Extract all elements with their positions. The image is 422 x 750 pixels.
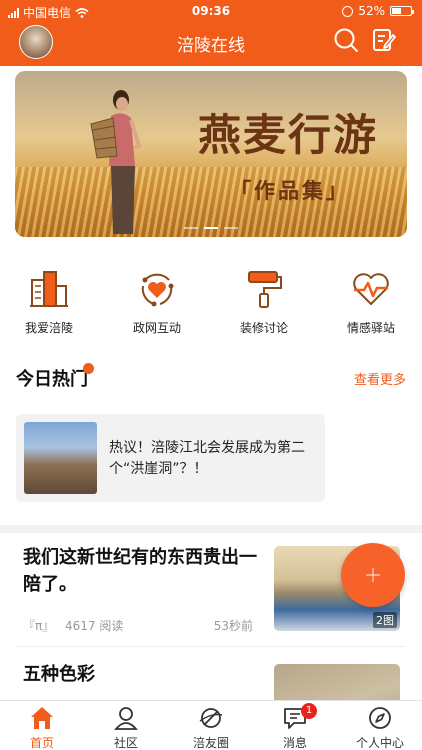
hot-topic-card[interactable]: 热议！涪陵江北会发展成为第二个“洪崖洞”？！ (16, 414, 325, 502)
banner-carousel[interactable]: 燕麦行游 「作品集」 (15, 71, 407, 237)
quick-nav-item-fuling[interactable]: 我爱涪陵 (4, 268, 94, 336)
tab-community[interactable]: 社区 (84, 705, 168, 750)
battery-percent: 52% (358, 4, 385, 18)
tab-moments[interactable]: 涪友圈 (169, 705, 253, 750)
quick-nav-item-emotion[interactable]: 情感驿站 (326, 268, 416, 336)
article-time: 53秒前 (213, 619, 253, 633)
banner-title: 燕麦行游 (198, 111, 378, 161)
heart-cycle-icon (141, 273, 174, 307)
plus-icon (366, 568, 380, 582)
quick-nav-label: 政网互动 (132, 321, 181, 335)
edit-post-icon[interactable] (371, 27, 397, 53)
tab-home[interactable]: 首页 (0, 705, 84, 750)
carousel-dot (184, 227, 198, 229)
bottom-tab-bar: 首页 社区 涪友圈 1 消息 个人中心 (0, 700, 422, 750)
hot-indicator-dot (83, 363, 94, 374)
article-title: 我们这新世纪有的东西贵出一陪了。 (23, 547, 257, 595)
quick-nav: 我爱涪陵 政网互动 装修讨论 情感驿站 (0, 268, 422, 342)
community-icon (114, 707, 138, 730)
compass-icon (369, 707, 391, 729)
hot-topic-text: 热议！涪陵江北会发展成为第二个“洪崖洞”？！ (109, 440, 305, 477)
tab-label: 消息 (282, 736, 307, 750)
floating-post-button[interactable] (341, 543, 405, 607)
search-icon[interactable] (333, 27, 359, 53)
unread-badge: 1 (301, 703, 317, 719)
quick-nav-label: 装修讨论 (239, 321, 288, 335)
feed-item[interactable]: 五种色彩 (0, 647, 422, 749)
tab-label: 涪友圈 (192, 736, 229, 750)
carousel-dot (224, 227, 238, 229)
banner-subtitle: 「作品集」 (230, 179, 350, 203)
quick-nav-label: 我爱涪陵 (24, 321, 73, 335)
planet-icon (199, 708, 223, 728)
carousel-dot (204, 227, 218, 229)
heartbeat-icon (353, 273, 389, 305)
tab-messages[interactable]: 1 消息 (253, 703, 337, 750)
today-hot-header: 今日热门 查看更多 (16, 363, 406, 391)
tab-label: 首页 (29, 736, 54, 750)
app-screen: 中国电信 09:36 52% 涪陵在线 燕麦行游 「作品集」 我爱涪陵 政网互动… (0, 0, 422, 750)
carousel-indicator (15, 227, 407, 229)
article-source: 『π』 (23, 619, 55, 633)
tab-label: 个人中心 (355, 736, 404, 750)
section-divider (0, 525, 422, 533)
battery-icon (390, 6, 414, 16)
quick-nav-label: 情感驿站 (346, 321, 395, 335)
quick-nav-item-decoration[interactable]: 装修讨论 (219, 268, 309, 336)
status-bar: 中国电信 09:36 52% (0, 0, 422, 22)
farmer-figure-image (90, 90, 142, 234)
section-title: 今日热门 (16, 369, 88, 390)
see-more-link[interactable]: 查看更多 (354, 369, 406, 388)
tab-label: 社区 (113, 736, 138, 750)
quick-nav-item-gov[interactable]: 政网互动 (112, 268, 202, 336)
home-icon (31, 707, 53, 729)
image-count: 2图 (373, 612, 397, 628)
article-reads: 4617 阅读 (65, 619, 124, 633)
hot-topic-thumbnail (24, 422, 97, 494)
rotation-lock-icon (342, 5, 354, 17)
city-buildings-icon (30, 271, 68, 307)
paint-roller-icon (248, 271, 282, 308)
top-bar: 中国电信 09:36 52% 涪陵在线 (0, 0, 422, 66)
tab-profile[interactable]: 个人中心 (338, 705, 422, 750)
article-title: 五种色彩 (23, 664, 95, 685)
